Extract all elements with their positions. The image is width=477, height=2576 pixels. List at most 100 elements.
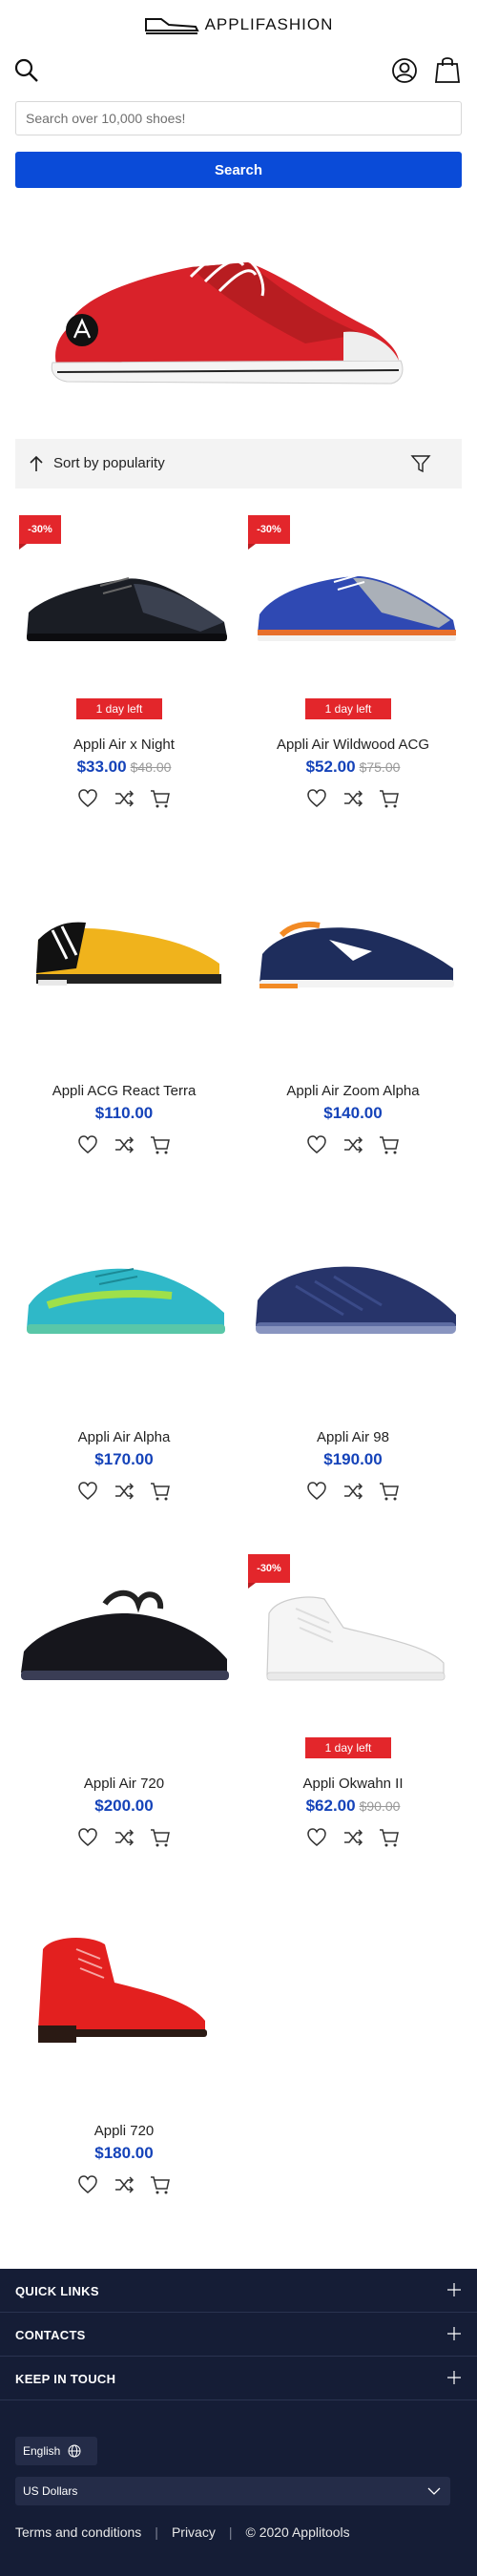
heart-icon[interactable] [77,2174,98,2195]
shopping-bag-icon[interactable] [434,55,461,84]
product-image[interactable] [10,546,238,660]
product-actions [238,1134,467,1155]
brand-logo[interactable]: APPLIFASHION [0,13,477,36]
product-old-price: $90.00 [359,1798,401,1814]
product-old-price: $75.00 [359,759,401,775]
price-row: $200.00 [10,1797,238,1816]
compare-icon[interactable] [342,1134,363,1155]
search-icon[interactable] [13,57,40,84]
heart-icon[interactable] [306,1134,327,1155]
sort-bar[interactable]: Sort by popularity [15,439,462,488]
product-name[interactable]: Appli Air Wildwood ACG [238,737,467,753]
heart-icon[interactable] [77,1827,98,1848]
plus-icon[interactable] [446,2370,462,2385]
footer-section-label: CONTACTS [15,2328,86,2342]
language-selector[interactable]: English [15,2437,97,2465]
search-input[interactable] [15,101,462,135]
filter-icon[interactable] [410,453,431,474]
product-name[interactable]: Appli Air x Night [10,737,238,753]
heart-icon[interactable] [306,1481,327,1502]
product-image[interactable] [10,1238,238,1353]
product-name[interactable]: Appli Air Alpha [10,1429,238,1445]
cart-icon[interactable] [150,1134,171,1155]
product-name[interactable]: Appli ACG React Terra [10,1083,238,1099]
product-card[interactable]: Appli Air Alpha $170.00 [10,1208,238,1532]
cart-icon[interactable] [150,1481,171,1502]
copyright: © 2020 Applitools [245,2524,350,2540]
hero-sneaker-image [51,254,404,384]
product-name[interactable]: Appli Air 98 [238,1429,467,1445]
compare-icon[interactable] [342,1481,363,1502]
compare-icon[interactable] [114,2174,135,2195]
price-row: $190.00 [238,1450,467,1469]
footer-keep-in-touch[interactable]: KEEP IN TOUCH [0,2357,477,2400]
plus-icon[interactable] [446,2282,462,2297]
account-icon[interactable] [391,57,418,84]
heart-icon[interactable] [306,788,327,809]
compare-icon[interactable] [114,1134,135,1155]
product-card[interactable]: Appli Air 98 $190.00 [238,1208,467,1532]
price-row: $110.00 [10,1104,238,1123]
cart-icon[interactable] [379,1481,400,1502]
price-row: $52.00 $75.00 [238,758,467,777]
sort-label[interactable]: Sort by popularity [53,455,165,471]
discount-badge: -30% [19,515,61,550]
heart-icon[interactable] [306,1827,327,1848]
divider: | [228,2524,233,2540]
product-name[interactable]: Appli Okwahn II [238,1776,467,1792]
footer-legal-links: Terms and conditions | Privacy | © 2020 … [15,2524,350,2540]
product-actions [10,2174,238,2195]
compare-icon[interactable] [342,1827,363,1848]
privacy-link[interactable]: Privacy [172,2524,216,2540]
product-card[interactable]: Appli Air Zoom Alpha $140.00 [238,862,467,1186]
divider: | [155,2524,158,2540]
heart-icon[interactable] [77,1481,98,1502]
product-price: $170.00 [94,1450,154,1468]
product-image[interactable] [10,892,238,1007]
product-image[interactable] [238,1238,467,1353]
days-left-badge: 1 day left [305,1737,391,1758]
product-image[interactable] [10,1585,238,1699]
product-price: $140.00 [323,1104,383,1122]
product-name[interactable]: Appli Air Zoom Alpha [238,1083,467,1099]
compare-icon[interactable] [114,788,135,809]
price-row: $62.00 $90.00 [238,1797,467,1816]
heart-icon[interactable] [77,788,98,809]
cart-icon[interactable] [150,2174,171,2195]
footer-quick-links[interactable]: QUICK LINKS [0,2269,477,2313]
heart-icon[interactable] [77,1134,98,1155]
product-image[interactable] [10,1921,238,2054]
currency-selector[interactable]: US Dollars [15,2477,450,2505]
product-price: $190.00 [323,1450,383,1468]
cart-icon[interactable] [379,1827,400,1848]
compare-icon[interactable] [114,1481,135,1502]
cart-icon[interactable] [150,1827,171,1848]
product-card[interactable]: Appli Air 720 $200.00 [10,1554,238,1879]
sort-arrow-up-icon[interactable] [27,454,46,473]
product-actions [10,788,238,809]
search-button[interactable]: Search [15,152,462,188]
product-card[interactable]: -30% 1 day left Appli Air x Night $33.00… [10,515,238,840]
product-image[interactable] [238,892,467,1007]
terms-link[interactable]: Terms and conditions [15,2524,141,2540]
compare-icon[interactable] [342,788,363,809]
product-image[interactable] [238,546,467,660]
product-card[interactable]: -30% 1 day left Appli Air Wildwood ACG $… [238,515,467,840]
footer-contacts[interactable]: CONTACTS [0,2313,477,2357]
product-price: $62.00 [305,1797,356,1815]
product-actions [10,1481,238,1502]
product-card[interactable]: Appli 720 $180.00 [10,1901,238,2226]
chevron-down-icon [427,2487,441,2495]
cart-icon[interactable] [150,788,171,809]
plus-icon[interactable] [446,2326,462,2341]
product-price: $52.00 [305,758,356,776]
product-image[interactable] [238,1585,467,1699]
product-card[interactable]: -30% 1 day left Appli Okwahn II $62.00 $9… [238,1554,467,1879]
product-name[interactable]: Appli Air 720 [10,1776,238,1792]
product-name[interactable]: Appli 720 [10,2123,238,2139]
product-card[interactable]: Appli ACG React Terra $110.00 [10,862,238,1186]
cart-icon[interactable] [379,788,400,809]
days-left-badge: 1 day left [76,698,162,719]
compare-icon[interactable] [114,1827,135,1848]
cart-icon[interactable] [379,1134,400,1155]
